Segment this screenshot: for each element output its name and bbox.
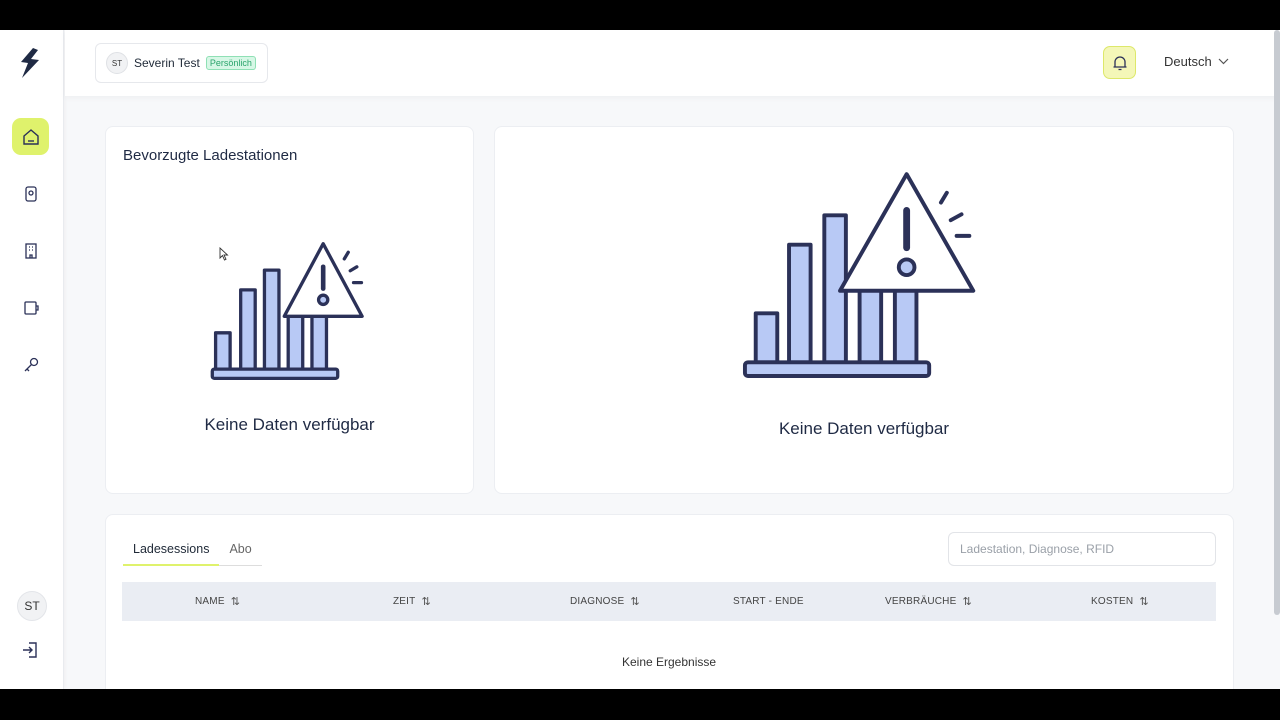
nav-item-locations[interactable] — [12, 232, 49, 269]
account-name: Severin Test — [134, 56, 200, 70]
language-label: Deutsch — [1164, 54, 1212, 69]
no-data-illustration — [210, 242, 364, 380]
column-label: DIAGNOSE — [570, 596, 625, 607]
notifications-button[interactable] — [1103, 46, 1136, 79]
page-scrollbar[interactable] — [1274, 30, 1280, 615]
account-switcher[interactable]: ST Severin Test Persönlich — [95, 43, 268, 83]
logout-icon[interactable] — [20, 640, 40, 660]
empty-table-text: Keine Ergebnisse — [621, 655, 717, 669]
column-header-kosten[interactable]: KOSTEN ⇅ — [1091, 582, 1149, 621]
empty-state-text: Keine Daten verfügbar — [204, 415, 375, 434]
home-icon — [22, 128, 39, 145]
statistics-card: Keine Daten verfügbar — [494, 126, 1234, 494]
building-icon — [24, 242, 37, 259]
key-icon — [24, 357, 38, 371]
column-label: START - ENDE — [733, 596, 804, 607]
charger-icon — [24, 185, 37, 202]
nav-item-billing[interactable] — [12, 289, 49, 326]
column-label: KOSTEN — [1091, 596, 1134, 607]
tab-ladesessions[interactable]: Ladesessions — [123, 539, 220, 566]
app-window: ST ST Severin Test Persönlich Deutsch Be… — [0, 30, 1280, 689]
bell-icon — [1113, 55, 1126, 70]
sort-icon[interactable]: ⇅ — [421, 595, 430, 608]
column-header-verbraeuche[interactable]: VERBRÄUCHE ⇅ — [885, 582, 972, 621]
wallet-icon — [23, 300, 39, 315]
sidebar: ST — [0, 30, 64, 689]
favorite-stations-card: Bevorzugte Ladestationen Keine Daten ver… — [105, 126, 474, 494]
nav-item-chargers[interactable] — [12, 175, 49, 212]
column-header-zeit[interactable]: ZEIT ⇅ — [393, 582, 431, 621]
nav-item-home[interactable] — [12, 118, 49, 155]
sort-icon[interactable]: ⇅ — [1139, 595, 1148, 608]
column-header-name[interactable]: NAME ⇅ — [195, 582, 240, 621]
empty-state-text: Keine Daten verfügbar — [778, 419, 950, 438]
chevron-down-icon — [1218, 58, 1229, 65]
table-header: NAME ⇅ ZEIT ⇅ DIAGNOSE ⇅ START - ENDE VE… — [122, 582, 1216, 621]
tab-abo[interactable]: Abo — [219, 539, 262, 566]
language-selector[interactable]: Deutsch — [1164, 54, 1229, 69]
card-title: Bevorzugte Ladestationen — [123, 147, 298, 164]
column-label: VERBRÄUCHE — [885, 596, 957, 607]
column-label: NAME — [195, 596, 225, 607]
user-avatar[interactable]: ST — [17, 591, 47, 621]
top-header: ST Severin Test Persönlich Deutsch — [65, 30, 1280, 96]
sort-icon[interactable]: ⇅ — [962, 595, 971, 608]
column-label: ZEIT — [393, 596, 416, 607]
sort-icon[interactable]: ⇅ — [231, 595, 240, 608]
account-type-badge: Persönlich — [205, 56, 256, 70]
nav-item-keys[interactable] — [12, 346, 49, 383]
no-data-illustration — [742, 172, 976, 378]
mouse-cursor-icon — [219, 247, 229, 261]
sort-icon[interactable]: ⇅ — [630, 595, 639, 608]
sessions-card: Ladesessions Abo NAME ⇅ ZEIT ⇅ DIAGNOSE … — [105, 514, 1234, 689]
column-header-diagnose[interactable]: DIAGNOSE ⇅ — [570, 582, 640, 621]
app-logo[interactable] — [19, 48, 41, 78]
account-avatar: ST — [106, 52, 128, 74]
column-header-start-ende: START - ENDE — [733, 582, 804, 621]
sessions-tabs: Ladesessions Abo — [123, 539, 262, 566]
sessions-search-input[interactable] — [948, 532, 1216, 566]
